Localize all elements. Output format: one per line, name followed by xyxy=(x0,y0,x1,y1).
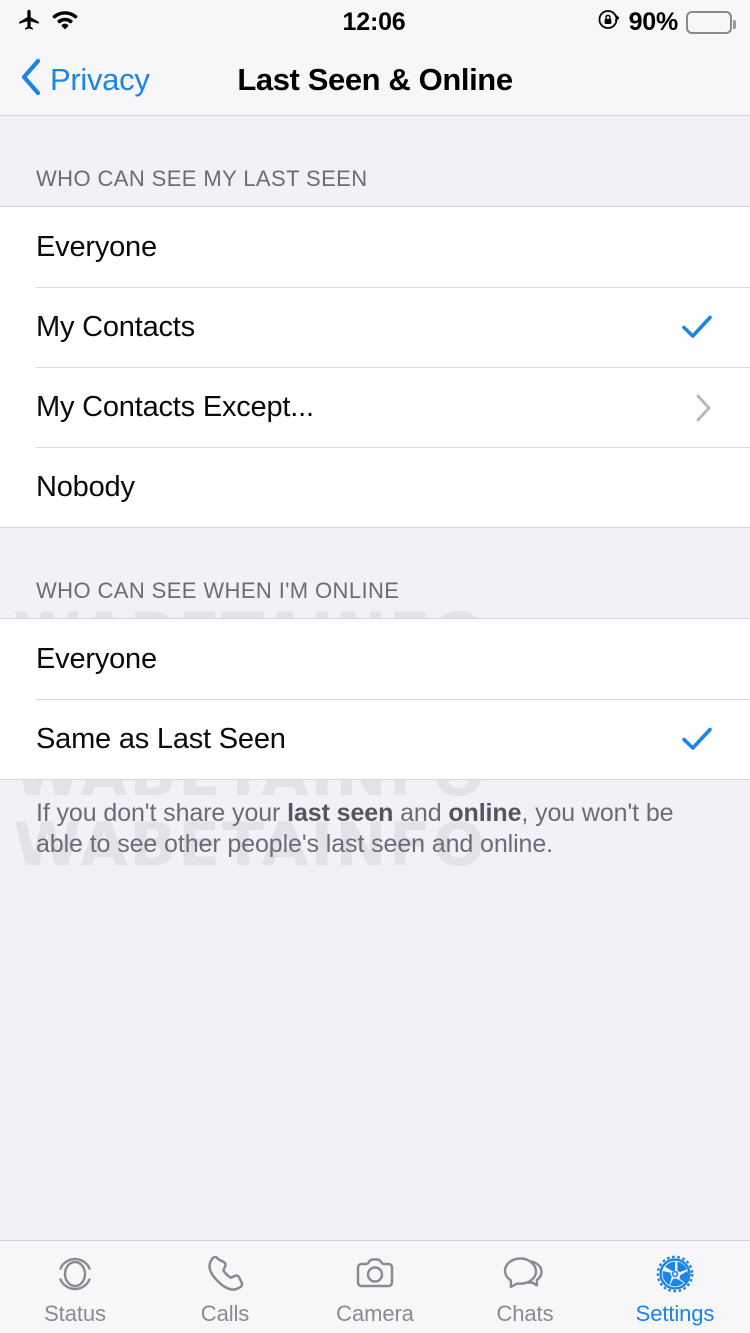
chat-bubbles-icon xyxy=(497,1249,553,1299)
tab-label: Status xyxy=(44,1301,106,1326)
wifi-icon xyxy=(51,9,79,36)
option-row-my-contacts-except[interactable]: My Contacts Except... xyxy=(0,367,750,447)
row-label: My Contacts xyxy=(36,310,195,343)
chevron-right-icon xyxy=(692,392,714,422)
tab-label: Settings xyxy=(635,1301,715,1326)
tab-status[interactable]: Status xyxy=(0,1249,150,1327)
option-row-my-contacts-last-seen[interactable]: My Contacts xyxy=(0,287,750,367)
row-label: Everyone xyxy=(36,642,157,675)
tab-label: Chats xyxy=(496,1301,554,1326)
gear-icon xyxy=(647,1249,703,1299)
row-label: My Contacts Except... xyxy=(36,390,314,423)
battery-icon xyxy=(686,10,737,34)
tab-label: Camera xyxy=(336,1301,414,1326)
navigation-bar: Privacy Last Seen & Online xyxy=(0,44,750,116)
row-label: Nobody xyxy=(36,470,135,503)
section-footer-note: If you don't share your last seen and on… xyxy=(0,780,750,859)
row-label: Same as Last Seen xyxy=(36,722,286,755)
status-bar-right: 90% xyxy=(405,7,737,37)
status-bar-clock: 12:06 xyxy=(342,7,406,36)
row-accessory xyxy=(674,310,714,344)
tab-camera[interactable]: Camera xyxy=(300,1249,450,1327)
option-row-everyone-online[interactable]: Everyone xyxy=(0,619,750,699)
row-label: Everyone xyxy=(36,230,157,263)
settings-content: WHO CAN SEE MY LAST SEEN Everyone My Con… xyxy=(0,116,750,1239)
checkmark-icon xyxy=(680,310,714,344)
airplane-mode-icon xyxy=(16,7,42,38)
row-accessory xyxy=(674,392,714,422)
status-rings-icon xyxy=(47,1249,103,1299)
checkmark-icon xyxy=(680,722,714,756)
section-header-online: WHO CAN SEE WHEN I'M ONLINE xyxy=(36,578,400,603)
option-row-nobody[interactable]: Nobody xyxy=(0,447,750,527)
footer-note-part1: If you don't share your xyxy=(36,799,288,827)
camera-icon xyxy=(347,1249,403,1299)
tab-chats[interactable]: Chats xyxy=(450,1249,600,1327)
footer-note-part2: and xyxy=(393,799,449,827)
status-bar: 12:06 90% xyxy=(0,0,750,44)
rotation-lock-icon xyxy=(596,7,621,37)
page-title: Last Seen & Online xyxy=(237,61,513,97)
row-accessory xyxy=(674,722,714,756)
footer-note-bold-last-seen: last seen xyxy=(287,799,394,827)
option-row-everyone-last-seen[interactable]: Everyone xyxy=(0,207,750,287)
section-group-last-seen: Everyone My Contacts My Contacts Except.… xyxy=(0,206,750,528)
section-header-last-seen: WHO CAN SEE MY LAST SEEN xyxy=(36,166,368,191)
tab-calls[interactable]: Calls xyxy=(150,1249,300,1327)
footer-note-bold-online: online xyxy=(448,799,522,827)
option-row-same-as-last-seen[interactable]: Same as Last Seen xyxy=(0,699,750,779)
tab-settings[interactable]: Settings xyxy=(600,1249,750,1327)
phone-handset-icon xyxy=(197,1249,253,1299)
status-bar-left xyxy=(16,7,343,38)
tab-bar: Status Calls Camera Chats Settings xyxy=(0,1240,750,1333)
battery-percentage: 90% xyxy=(628,7,679,36)
phone-screen: WABETAINFO WABETAINFO WABETAINFO WABETAI… xyxy=(0,0,750,1333)
section-group-online: Everyone Same as Last Seen xyxy=(0,618,750,780)
tab-label: Calls xyxy=(200,1301,250,1326)
